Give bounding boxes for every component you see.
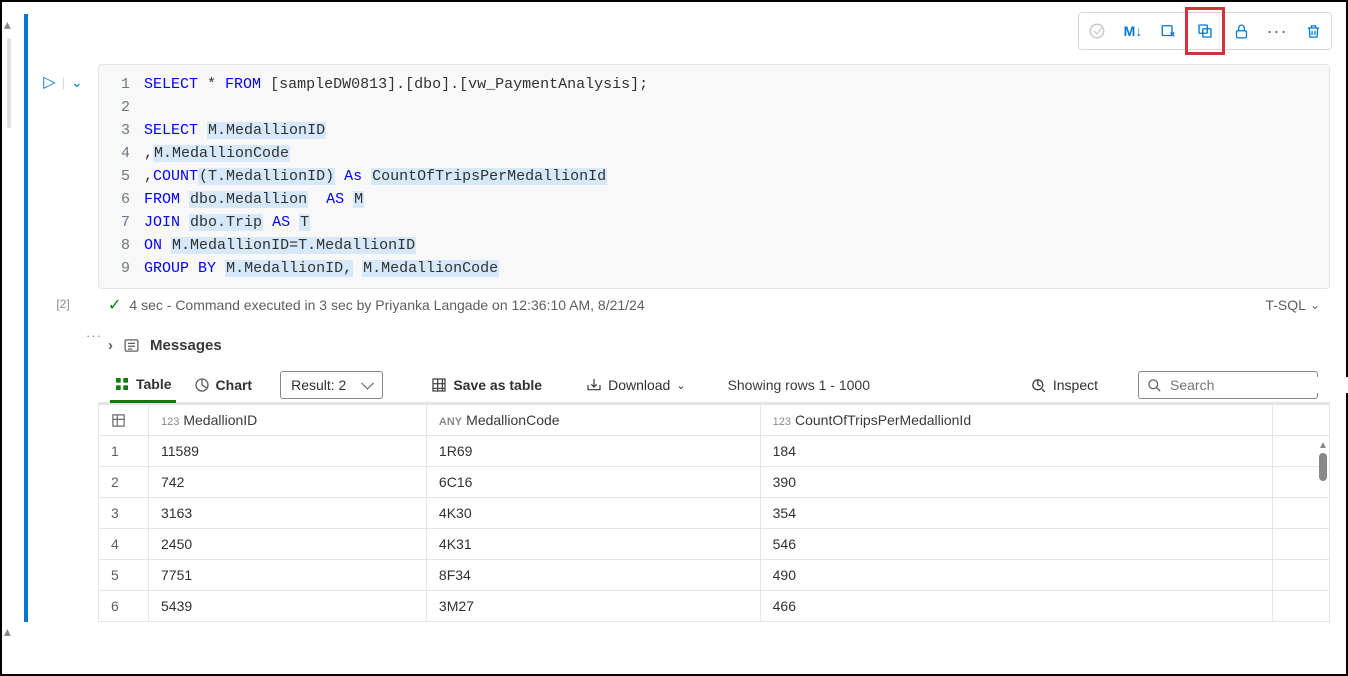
line-numbers: 123456789 xyxy=(99,65,144,288)
tab-table[interactable]: Table xyxy=(110,368,176,403)
column-header-medallioncode[interactable]: ANYMedallionCode xyxy=(426,405,760,436)
results-table-wrapper: 123MedallionID ANYMedallionCode 123Count… xyxy=(98,403,1330,622)
search-input[interactable] xyxy=(1170,377,1348,393)
row-number: 6 xyxy=(99,591,149,622)
cell-count: 466 xyxy=(760,591,1272,622)
results-toolbar: Table Chart Result: 2 Save a xyxy=(98,368,1330,403)
column-header-count[interactable]: 123CountOfTripsPerMedallionId xyxy=(760,405,1272,436)
cell-medallioncode: 1R69 xyxy=(426,436,760,467)
delete-button[interactable] xyxy=(1295,13,1331,49)
more-button[interactable]: ··· xyxy=(1259,13,1295,49)
corner-header[interactable] xyxy=(99,405,149,436)
merge-cell-button[interactable] xyxy=(1187,13,1223,49)
cell-more-icon[interactable]: ··· xyxy=(86,328,102,343)
table-row[interactable]: 654393M27466 xyxy=(99,591,1330,622)
run-dropdown-icon[interactable]: ⌄ xyxy=(71,74,83,91)
messages-icon xyxy=(123,337,140,354)
code-content[interactable]: SELECT * FROM [sampleDW0813].[dbo].[vw_P… xyxy=(144,65,1329,288)
cell-count: 354 xyxy=(760,498,1272,529)
download-icon xyxy=(586,377,602,393)
cell-count: 490 xyxy=(760,560,1272,591)
search-icon xyxy=(1147,378,1162,393)
inspect-button[interactable]: Inspect xyxy=(1030,377,1098,394)
download-button[interactable]: Download ⌄ xyxy=(586,377,685,393)
gutter-scroll-indicator xyxy=(7,38,11,128)
results-table: 123MedallionID ANYMedallionCode 123Count… xyxy=(98,404,1330,622)
run-cell-button[interactable]: ▷ | ⌄ xyxy=(43,72,82,92)
table-row[interactable]: 1115891R69184 xyxy=(99,436,1330,467)
cell-count: 390 xyxy=(760,467,1272,498)
column-header-medallionid[interactable]: 123MedallionID xyxy=(149,405,427,436)
row-number: 3 xyxy=(99,498,149,529)
inspect-icon xyxy=(1030,377,1047,394)
expand-chevron-icon: › xyxy=(108,337,113,354)
execution-status: ✓ 4 sec - Command executed in 3 sec by P… xyxy=(98,289,1330,321)
cell-medallioncode: 4K30 xyxy=(426,498,760,529)
gutter-expand-bottom-icon[interactable]: ◀ xyxy=(2,629,13,636)
result-selector[interactable]: Result: 2 xyxy=(280,371,383,399)
cell-medallionid: 2450 xyxy=(149,529,427,560)
cell-medallioncode: 4K31 xyxy=(426,529,760,560)
cell-medallionid: 7751 xyxy=(149,560,427,591)
cell-medallioncode: 8F34 xyxy=(426,560,760,591)
scroll-thumb[interactable] xyxy=(1319,453,1327,481)
row-number: 2 xyxy=(99,467,149,498)
search-input-wrapper xyxy=(1138,371,1318,399)
attach-button[interactable] xyxy=(1079,13,1115,49)
table-row[interactable]: 424504K31546 xyxy=(99,529,1330,560)
table-row[interactable]: 331634K30354 xyxy=(99,498,1330,529)
column-header-blank xyxy=(1272,405,1329,436)
save-as-table-button[interactable]: Save as table xyxy=(431,377,542,393)
row-count-label: Showing rows 1 - 1000 xyxy=(728,377,870,393)
chart-icon xyxy=(194,377,210,393)
gutter-expand-top-icon[interactable]: ◀ xyxy=(2,22,13,29)
code-editor[interactable]: 123456789 SELECT * FROM [sampleDW0813].[… xyxy=(98,64,1330,289)
cell-toolbar: M↓ ··· xyxy=(1078,12,1332,50)
table-icon xyxy=(114,376,130,392)
cell-medallioncode: 3M27 xyxy=(426,591,760,622)
row-number: 5 xyxy=(99,560,149,591)
scroll-up-icon[interactable]: ▲ xyxy=(1318,440,1328,451)
cell-count: 184 xyxy=(760,436,1272,467)
tab-chart[interactable]: Chart xyxy=(190,369,257,401)
cell-medallionid: 5439 xyxy=(149,591,427,622)
notebook-cell: ▷ | ⌄ [2] 123456789 SELECT * FROM [sampl… xyxy=(24,14,1330,622)
table-row[interactable]: 577518F34490 xyxy=(99,560,1330,591)
lock-button[interactable] xyxy=(1223,13,1259,49)
chevron-down-icon: ⌄ xyxy=(1310,298,1320,312)
vertical-scrollbar[interactable]: ▲ xyxy=(1318,440,1328,640)
left-gutter: ◀ ◀ xyxy=(2,2,14,674)
language-selector[interactable]: T-SQL ⌄ xyxy=(1265,297,1320,313)
messages-section-header[interactable]: › Messages xyxy=(98,321,1330,368)
cell-medallionid: 11589 xyxy=(149,436,427,467)
cell-medallionid: 742 xyxy=(149,467,427,498)
cell-index: [2] xyxy=(56,297,69,311)
markdown-toggle-button[interactable]: M↓ xyxy=(1115,13,1151,49)
run-icon: ▷ xyxy=(43,72,55,92)
chevron-down-icon: ⌄ xyxy=(676,379,685,392)
row-number: 1 xyxy=(99,436,149,467)
cell-medallioncode: 6C16 xyxy=(426,467,760,498)
cell-medallionid: 3163 xyxy=(149,498,427,529)
success-check-icon: ✓ xyxy=(108,295,121,315)
clear-output-button[interactable] xyxy=(1151,13,1187,49)
row-number: 4 xyxy=(99,529,149,560)
grid-icon xyxy=(431,377,447,393)
table-row[interactable]: 27426C16390 xyxy=(99,467,1330,498)
cell-count: 546 xyxy=(760,529,1272,560)
